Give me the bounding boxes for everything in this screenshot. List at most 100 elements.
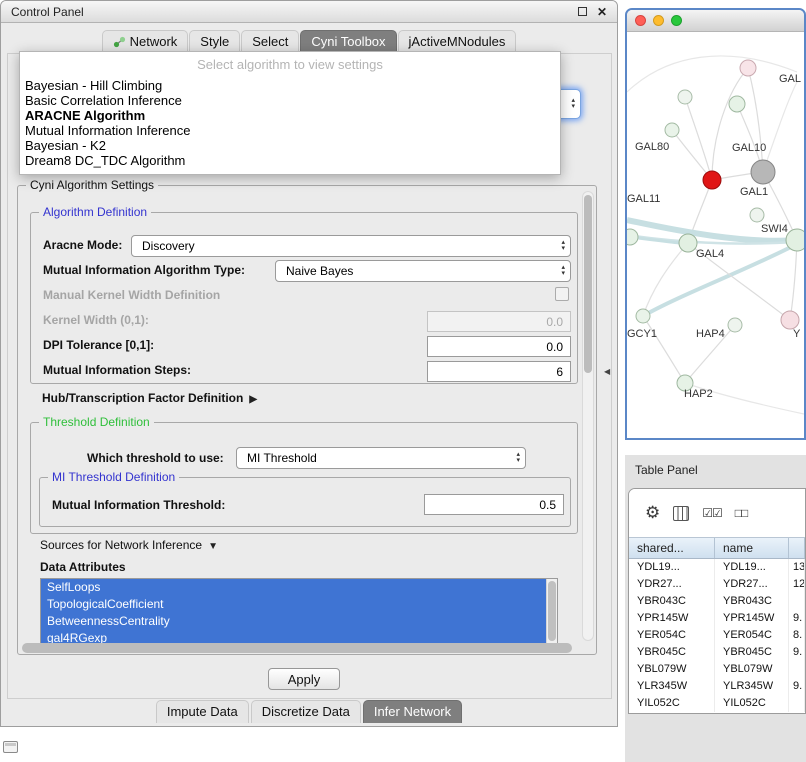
manual-kernel-checkbox[interactable] (555, 287, 569, 301)
combo-arrows-icon: ▴▾ (561, 265, 565, 277)
attribute-list-item[interactable]: BetweennessCentrality (41, 613, 546, 630)
zoom-traffic-light-icon[interactable] (671, 15, 682, 26)
tab-select[interactable]: Select (241, 30, 299, 53)
columns-icon[interactable] (673, 506, 689, 521)
algorithm-option[interactable]: Bayesian - Hill Climbing (20, 78, 560, 93)
table-cell: YDR27... (629, 576, 715, 593)
aracne-mode-select[interactable]: Discovery ▴▾ (131, 235, 571, 257)
table-cell: YBR045C (629, 644, 715, 661)
table-cell: YBR043C (715, 593, 789, 610)
collapse-down-icon[interactable]: ▼ (208, 541, 218, 552)
table-row[interactable]: YPR145WYPR145W9. (629, 610, 805, 627)
settings-vertical-scrollbar[interactable] (582, 191, 594, 641)
column-header-partial[interactable] (789, 538, 805, 558)
select-all-checkboxes-icon[interactable]: ☑☑ (702, 506, 722, 520)
table-row[interactable]: YBL079WYBL079W (629, 661, 805, 678)
control-panel-titlebar[interactable]: Control Panel ✕ (1, 1, 617, 23)
tab-style[interactable]: Style (189, 30, 240, 53)
apply-button[interactable]: Apply (268, 668, 340, 690)
attribute-list-item[interactable]: TopologicalCoefficient (41, 596, 546, 613)
tab-jactivemnodules[interactable]: jActiveMNodules (398, 30, 517, 53)
kernel-width-field[interactable]: 0.0 (427, 311, 571, 332)
mi-threshold-field[interactable]: 0.5 (424, 494, 564, 515)
table-row[interactable]: YIL052CYIL052C (629, 695, 805, 712)
combo-arrows-icon: ▴▾ (516, 452, 520, 464)
network-node[interactable] (627, 229, 638, 245)
dpi-tolerance-field[interactable]: 0.0 (427, 336, 571, 357)
which-threshold-select[interactable]: MI Threshold ▴▾ (236, 447, 526, 469)
table-row[interactable]: YER054CYER054C8. (629, 627, 805, 644)
data-attributes-list[interactable]: SelfLoopsTopologicalCoefficientBetweenne… (40, 578, 558, 648)
tab-cyni-toolbox[interactable]: Cyni Toolbox (300, 30, 396, 53)
table-row[interactable]: YBR045CYBR045C9. (629, 644, 805, 661)
network-node[interactable] (703, 171, 721, 189)
gear-icon[interactable]: ⚙ (645, 503, 660, 523)
table-window: ⚙ ☑☑ □□ shared... name YDL19...YDL19...1… (628, 488, 806, 714)
algorithm-option[interactable]: Basic Correlation Inference (20, 93, 560, 108)
algorithm-definition-title: Algorithm Definition (39, 205, 151, 219)
table-body: YDL19...YDL19...13YDR27...YDR27...12YBR0… (629, 559, 805, 713)
table-row[interactable]: YBR043CYBR043C (629, 593, 805, 610)
table-row[interactable]: YDL19...YDL19...13 (629, 559, 805, 576)
tab-network[interactable]: Network (102, 30, 189, 53)
network-node[interactable] (679, 234, 697, 252)
network-node[interactable] (728, 318, 742, 332)
table-cell (789, 695, 805, 712)
network-node[interactable] (678, 90, 692, 104)
column-header-shared-name[interactable]: shared... (629, 538, 715, 558)
algorithm-option[interactable]: ARACNE Algorithm (20, 108, 560, 123)
attributes-scrollbar-thumb[interactable] (548, 581, 556, 641)
algorithm-option[interactable]: Mutual Information Inference (20, 123, 560, 138)
mi-type-select[interactable]: Naive Bayes ▴▾ (275, 260, 571, 282)
table-cell: YBR043C (629, 593, 715, 610)
settings-vertical-thumb[interactable] (584, 195, 592, 373)
data-attributes-items: SelfLoopsTopologicalCoefficientBetweenne… (41, 579, 546, 647)
table-row[interactable]: YDR27...YDR27...12 (629, 576, 805, 593)
window-title: Control Panel (11, 5, 578, 19)
dropdown-placeholder: Select algorithm to view settings (20, 55, 560, 78)
settings-horizontal-scrollbar[interactable] (22, 643, 576, 653)
tab-discretize-data[interactable]: Discretize Data (251, 700, 361, 723)
algorithm-definition-group: Algorithm Definition Aracne Mode: Discov… (30, 212, 578, 384)
mi-threshold-group: MI Threshold Definition Mutual Informati… (39, 477, 571, 527)
algorithm-option[interactable]: Dream8 DC_TDC Algorithm (20, 153, 560, 168)
network-node[interactable] (636, 309, 650, 323)
minimize-traffic-light-icon[interactable] (653, 15, 664, 26)
sources-label[interactable]: Sources for Network Inference▼ (40, 538, 218, 552)
table-row[interactable]: YLR345WYLR345W9. (629, 678, 805, 695)
table-cell: YBL079W (629, 661, 715, 678)
tab-impute-data[interactable]: Impute Data (156, 700, 249, 723)
network-node[interactable] (740, 60, 756, 76)
which-threshold-label: Which threshold to use: (87, 451, 224, 465)
splitter-arrow-icon[interactable]: ◀ (604, 367, 610, 376)
table-cell: YPR145W (629, 610, 715, 627)
attributes-scrollbar[interactable] (546, 579, 557, 647)
algorithm-option[interactable]: Bayesian - K2 (20, 138, 560, 153)
tab-infer-network[interactable]: Infer Network (363, 700, 462, 723)
close-icon[interactable]: ✕ (597, 6, 607, 18)
network-node[interactable] (729, 96, 745, 112)
column-header-name[interactable]: name (715, 538, 789, 558)
network-node[interactable] (781, 311, 799, 329)
table-cell: YIL052C (629, 695, 715, 712)
node-label: Y (793, 328, 801, 340)
deselect-all-checkboxes-icon[interactable]: □□ (735, 506, 748, 520)
network-canvas[interactable]: GALGAL80GAL10GAL11GAL1SWI4GAL4GCY1HAP4YH… (627, 32, 804, 438)
attribute-list-item[interactable]: SelfLoops (41, 579, 546, 596)
algorithm-dropdown-popup: Select algorithm to view settings Bayesi… (19, 51, 561, 175)
network-node[interactable] (751, 160, 775, 184)
table-cell: YDL19... (715, 559, 789, 576)
float-window-icon[interactable] (578, 7, 587, 16)
close-traffic-light-icon[interactable] (635, 15, 646, 26)
network-node[interactable] (665, 123, 679, 137)
collapsed-panel-icon[interactable] (3, 741, 18, 753)
settings-horizontal-thumb[interactable] (22, 643, 572, 653)
combo-arrows-icon: ▴▾ (561, 240, 565, 252)
network-node[interactable] (750, 208, 764, 222)
mi-steps-field[interactable]: 6 (427, 361, 571, 382)
table-header: shared... name (629, 537, 805, 559)
network-window-titlebar[interactable] (627, 10, 804, 32)
hub-definition-label[interactable]: Hub/Transcription Factor Definition▶ (42, 391, 257, 405)
network-node[interactable] (786, 229, 804, 251)
expander-right-icon[interactable]: ▶ (249, 394, 257, 405)
